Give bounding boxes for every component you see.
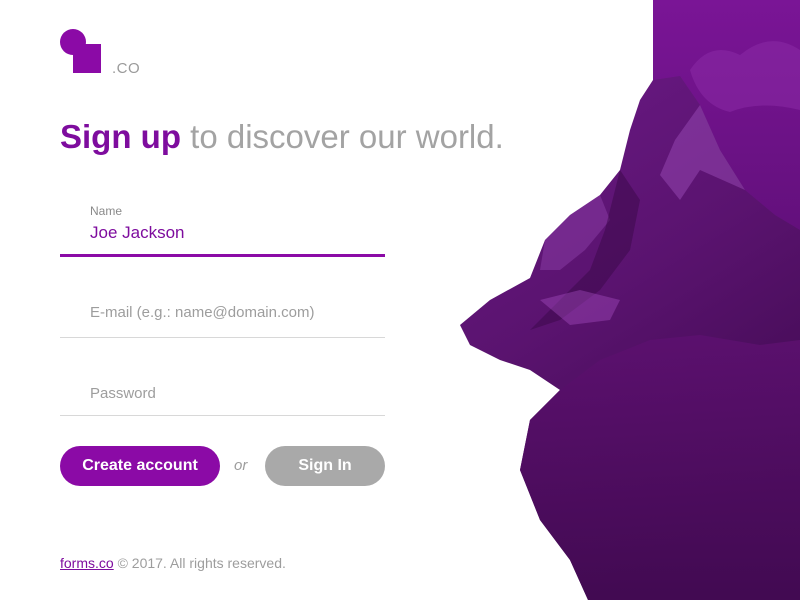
name-field-underline [60,254,385,257]
email-field[interactable]: E-mail (e.g.: name@domain.com) [60,300,385,338]
snow-highlight [660,105,745,200]
name-field[interactable]: Name Joe Jackson [60,200,385,257]
headline-accent: Sign up [60,118,181,155]
sky-panel [653,0,800,230]
logo-suffix: .CO [112,60,141,77]
password-input[interactable]: Password [90,385,156,402]
create-account-button[interactable]: Create account [60,446,220,486]
logo-square [73,44,101,73]
password-field[interactable]: Password [60,380,385,416]
lower-ridge [520,335,800,600]
footer: forms.co © 2017. All rights reserved. [60,555,286,571]
headline-rest: to discover our world. [180,118,504,155]
valley-highlight [540,290,620,325]
email-field-underline [60,337,385,338]
ridge-shadow [530,170,640,330]
footer-link[interactable]: forms.co [60,555,114,571]
mountain-silhouette [460,76,800,600]
name-label: Name [90,204,123,218]
or-separator: or [234,457,248,474]
snow-highlight-2 [540,195,610,270]
footer-copyright: © 2017. All rights reserved. [113,555,286,571]
email-input[interactable]: E-mail (e.g.: name@domain.com) [90,304,314,321]
sign-in-button[interactable]: Sign In [265,446,385,486]
brand-logo: .CO [60,29,140,79]
page-title: Sign up to discover our world. [60,118,504,156]
name-input[interactable]: Joe Jackson [90,223,185,243]
password-field-underline [60,415,385,416]
cloud-shape [690,41,800,112]
